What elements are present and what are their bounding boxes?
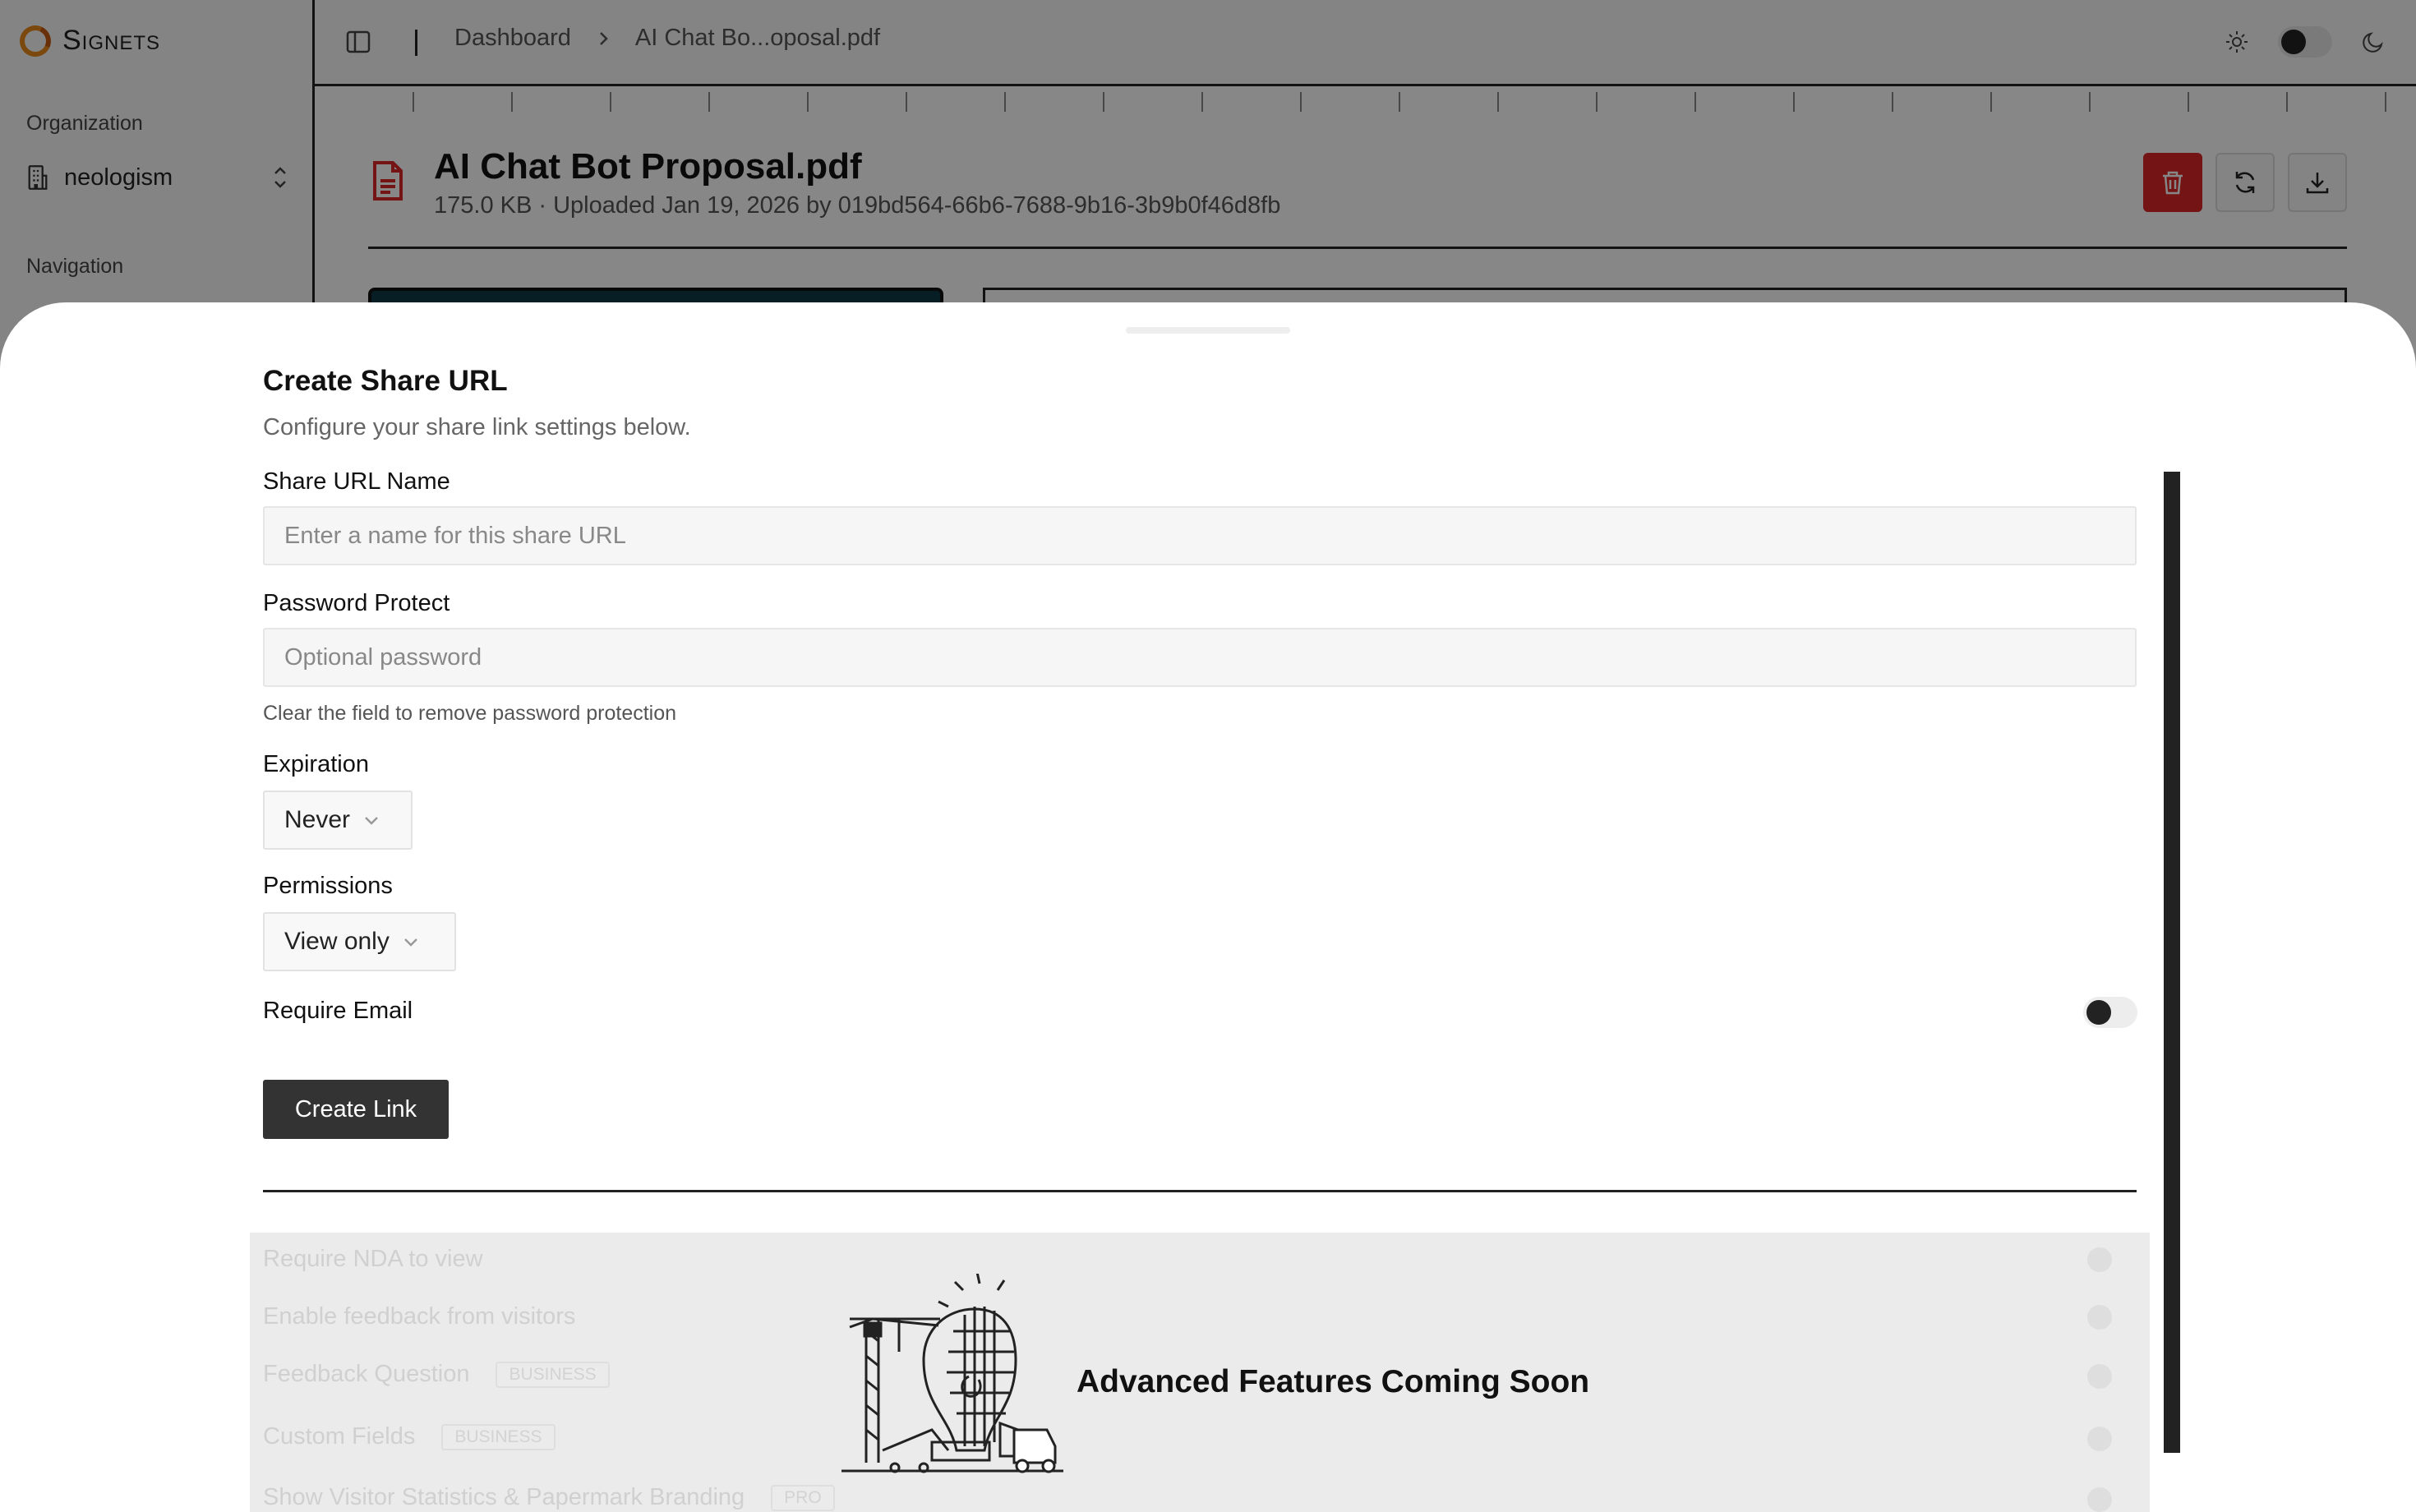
plan-badge: BUSINESS bbox=[496, 1362, 610, 1389]
disabled-option: Enable feedback from visitors bbox=[263, 1303, 576, 1330]
advanced-features-panel: Require NDA to view Enable feedback from… bbox=[250, 1233, 2150, 1512]
permissions-label: Permissions bbox=[263, 873, 393, 899]
password-input[interactable] bbox=[263, 628, 2137, 687]
disabled-option: Feedback Question BUSINESS bbox=[263, 1361, 610, 1389]
scrollbar[interactable] bbox=[2164, 472, 2180, 1453]
share-url-drawer: Create Share URL Configure your share li… bbox=[0, 302, 2416, 1512]
advanced-features-title: Advanced Features Coming Soon bbox=[1077, 1364, 1590, 1399]
require-email-label: Require Email bbox=[263, 998, 413, 1024]
drawer-title: Create Share URL bbox=[263, 365, 508, 397]
expiration-select[interactable]: Never bbox=[263, 791, 413, 850]
plan-badge: PRO bbox=[771, 1485, 835, 1512]
drawer-subtitle: Configure your share link settings below… bbox=[263, 414, 691, 440]
password-label: Password Protect bbox=[263, 590, 450, 616]
disabled-toggle bbox=[2087, 1305, 2112, 1330]
disabled-toggle bbox=[2087, 1364, 2112, 1389]
share-name-label: Share URL Name bbox=[263, 468, 450, 495]
password-help-text: Clear the field to remove password prote… bbox=[263, 702, 677, 725]
chevron-down-icon bbox=[365, 817, 378, 825]
page: Signets Organization neologism Navigatio… bbox=[0, 0, 2416, 1512]
create-link-button[interactable]: Create Link bbox=[263, 1080, 449, 1139]
disabled-option: Custom Fields BUSINESS bbox=[263, 1423, 556, 1451]
share-name-input[interactable] bbox=[263, 506, 2137, 565]
disabled-toggle bbox=[2087, 1247, 2112, 1272]
disabled-option: Require NDA to view bbox=[263, 1246, 483, 1272]
plan-badge: BUSINESS bbox=[441, 1424, 556, 1451]
construction-illustration bbox=[841, 1274, 1063, 1473]
require-email-toggle-knob bbox=[2086, 1000, 2111, 1025]
permissions-value: View only bbox=[284, 928, 390, 955]
expiration-value: Never bbox=[284, 806, 351, 833]
permissions-select[interactable]: View only bbox=[263, 912, 456, 971]
divider bbox=[263, 1190, 2137, 1192]
disabled-toggle bbox=[2087, 1487, 2112, 1512]
require-email-toggle[interactable] bbox=[2083, 997, 2137, 1028]
chevron-down-icon bbox=[403, 938, 417, 947]
disabled-toggle bbox=[2087, 1427, 2112, 1451]
disabled-option: Show Visitor Statistics & Papermark Bran… bbox=[263, 1484, 835, 1512]
expiration-label: Expiration bbox=[263, 751, 369, 777]
